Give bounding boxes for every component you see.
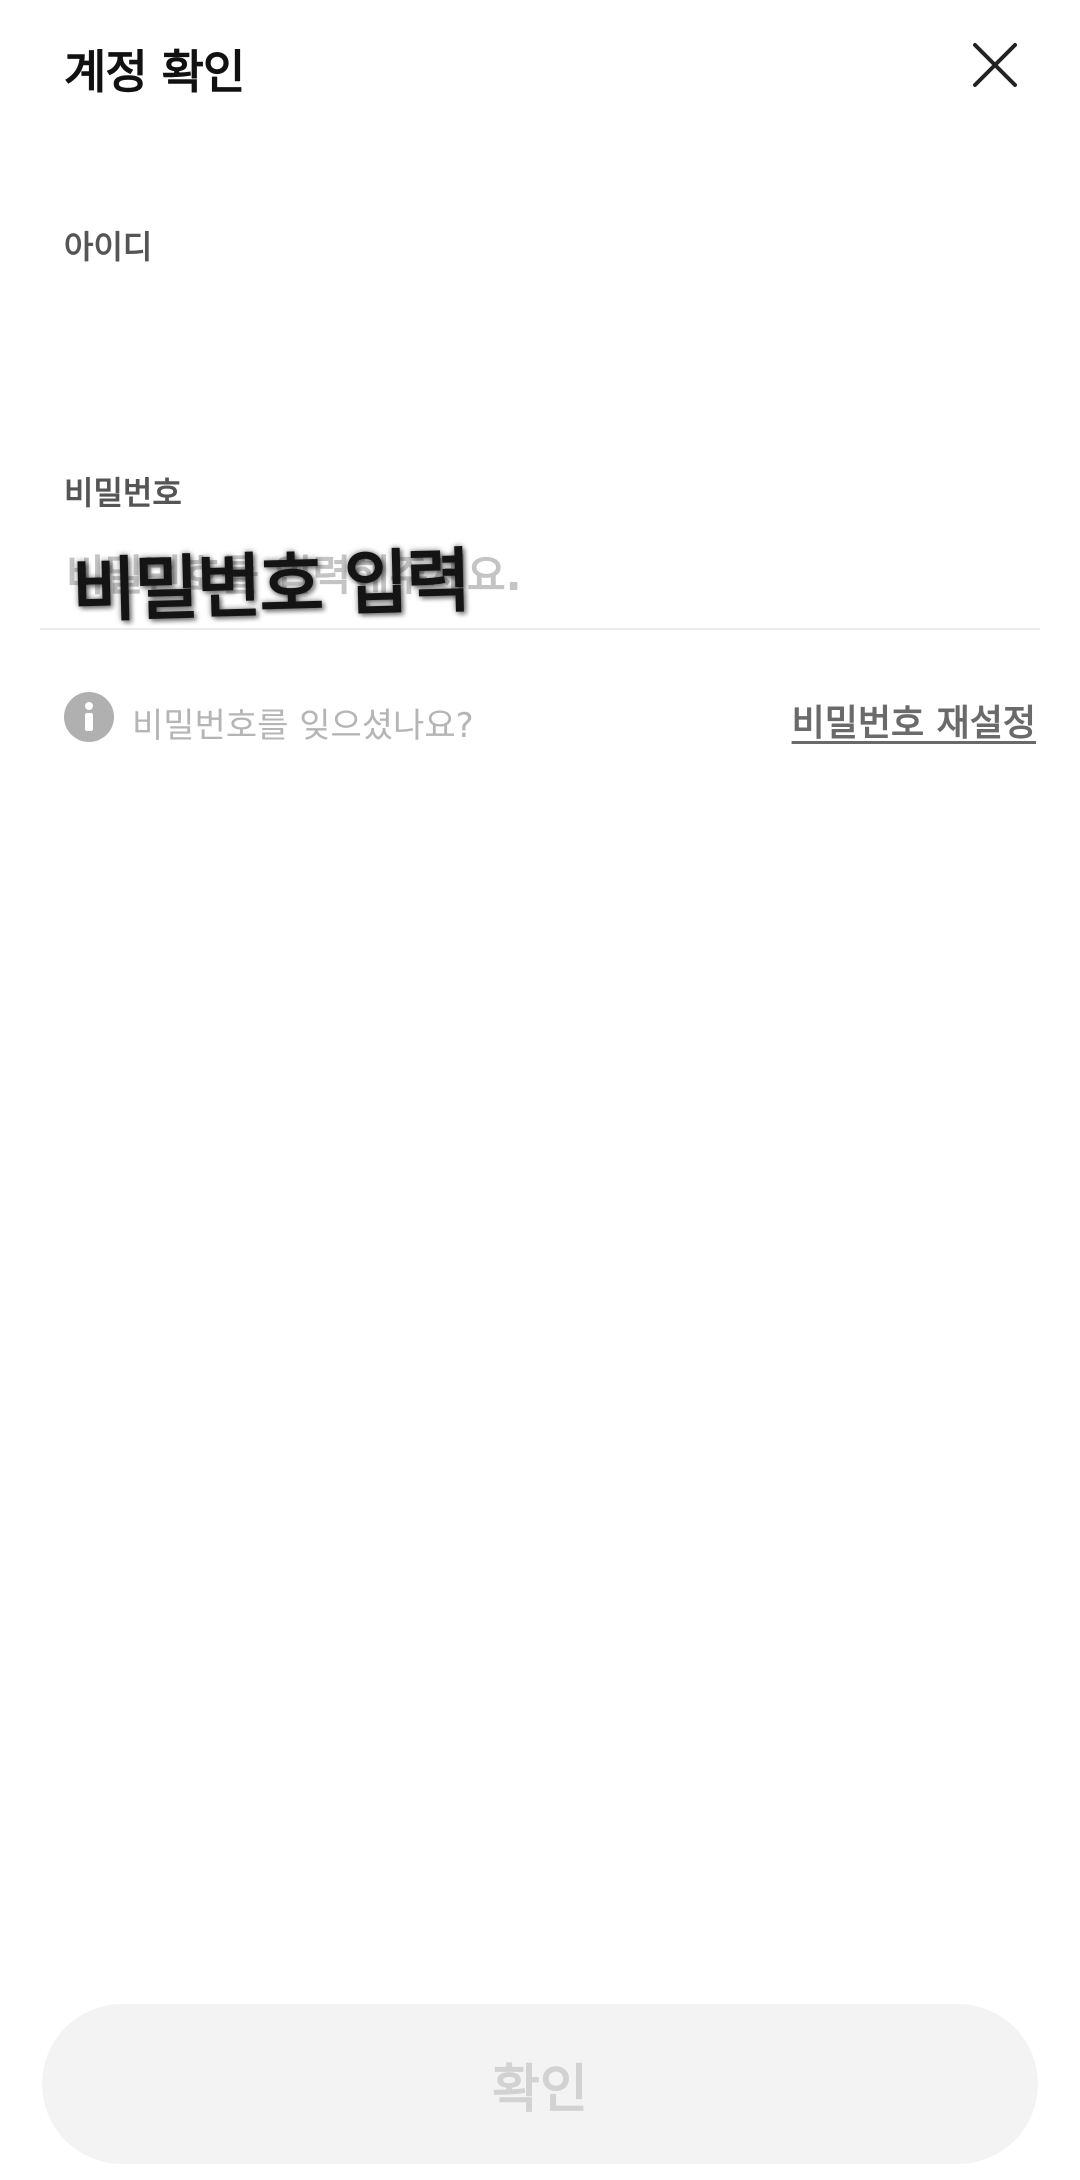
close-button[interactable]: [960, 30, 1030, 100]
reset-password-link[interactable]: 비밀번호 재설정: [792, 694, 1036, 746]
forgot-password-row: 비밀번호를 잊으셨나요? 비밀번호 재설정: [64, 690, 1036, 746]
forgot-password-text: 비밀번호를 잊으셨나요?: [132, 706, 474, 746]
password-input[interactable]: [64, 538, 1028, 612]
header: 계정 확인: [0, 0, 1080, 130]
page-title: 계정 확인: [64, 45, 245, 99]
confirm-button[interactable]: 확인: [42, 2004, 1038, 2164]
close-icon: [973, 43, 1017, 87]
info-icon: [64, 692, 114, 742]
password-field-container: [40, 520, 1040, 630]
id-label: 아이디: [64, 228, 153, 266]
password-label: 비밀번호: [64, 474, 182, 512]
